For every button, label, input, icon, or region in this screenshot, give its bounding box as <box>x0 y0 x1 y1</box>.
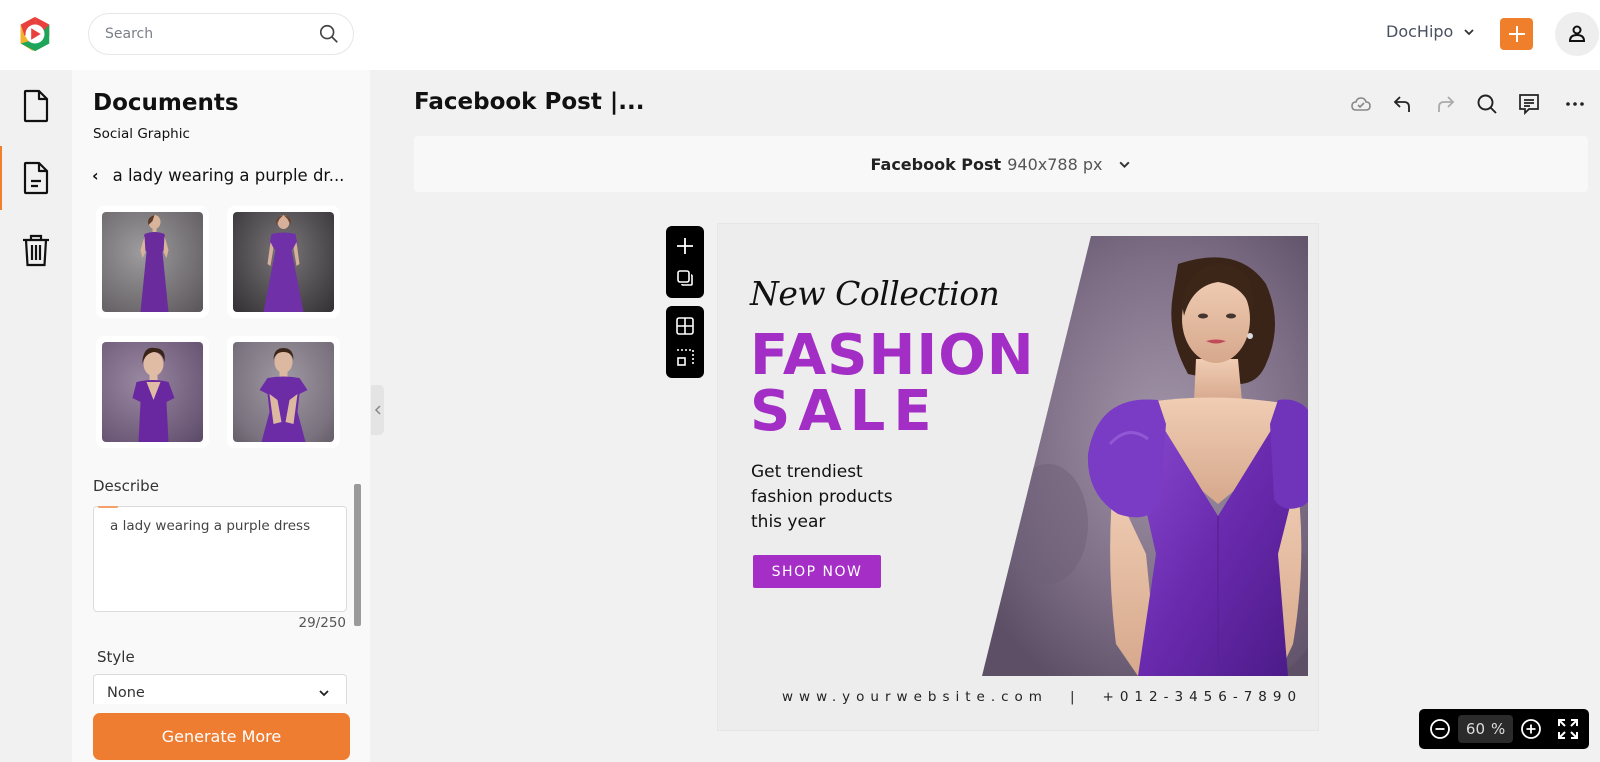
phone-text: +012-3456-7890 <box>1102 689 1303 705</box>
thumbnail-image <box>233 212 334 312</box>
chevron-down-icon <box>1119 161 1130 168</box>
describe-label: Describe <box>93 477 159 495</box>
design-canvas[interactable]: New Collection FASHION SALE Get trendies… <box>718 224 1318 730</box>
thumbnail-image <box>233 342 334 442</box>
document-title[interactable]: Facebook Post |... <box>414 89 644 115</box>
style-label: Style <box>97 648 135 666</box>
undo-button[interactable] <box>1382 90 1424 118</box>
chevron-left-icon <box>374 405 381 415</box>
body-line-1: Get trendiest <box>751 462 863 482</box>
plus-icon <box>1508 26 1525 42</box>
comment-icon <box>1519 94 1539 116</box>
document-icon <box>23 89 49 123</box>
describe-input[interactable] <box>94 507 346 611</box>
zoom-in-icon <box>1520 719 1541 739</box>
grid-button[interactable] <box>666 310 704 342</box>
separator: | <box>1069 689 1081 705</box>
script-heading[interactable]: New Collection <box>750 274 1000 313</box>
document-text-icon <box>23 161 49 195</box>
shop-now-button[interactable]: SHOP NOW <box>753 555 881 588</box>
panel-scrollbar-thumb[interactable] <box>354 484 361 626</box>
contact-line[interactable]: www.yourwebsite.com | +012-3456-7890 <box>782 689 1302 705</box>
cloud-saved-button[interactable] <box>1340 90 1382 118</box>
find-button[interactable] <box>1466 90 1508 118</box>
collapse-panel-button[interactable] <box>371 385 384 435</box>
thumbnail-2[interactable] <box>227 206 340 318</box>
rail-item-trash[interactable] <box>0 214 72 286</box>
panel-subtitle: Social Graphic <box>93 126 190 142</box>
add-page-button[interactable] <box>666 230 704 262</box>
select-area-icon <box>677 349 694 366</box>
grid-icon <box>676 317 694 335</box>
rail-item-documents[interactable] <box>0 70 72 142</box>
more-options-button[interactable] <box>1550 90 1600 118</box>
body-line-2: fashion products <box>751 487 893 507</box>
thumbnail-1[interactable] <box>96 206 209 318</box>
zoom-out-icon <box>1430 719 1451 739</box>
zoom-level[interactable]: 60 % <box>1457 715 1514 743</box>
user-icon <box>1568 25 1586 42</box>
left-rail <box>0 70 72 762</box>
page-tools-group-2 <box>666 306 704 378</box>
account-switcher[interactable]: DocHipo <box>1386 22 1475 41</box>
body-line-3: this year <box>751 512 826 532</box>
top-bar: DocHipo <box>0 0 1600 70</box>
page-tools-group-1 <box>666 226 704 298</box>
chevron-left-icon: ‹ <box>92 166 99 185</box>
cloud-check-icon <box>1351 97 1371 111</box>
dochipo-logo-icon[interactable] <box>16 15 54 53</box>
redo-icon <box>1438 96 1455 112</box>
zoom-control: 60 % <box>1419 709 1589 749</box>
user-avatar[interactable] <box>1555 12 1599 56</box>
headline-line-1[interactable]: FASHION <box>750 328 1035 384</box>
describe-field[interactable] <box>93 506 347 612</box>
zoom-out-button[interactable] <box>1427 715 1454 743</box>
fullscreen-icon <box>1557 719 1578 739</box>
zoom-value: 60 <box>1465 720 1485 738</box>
focus-indicator <box>98 506 118 508</box>
thumbnail-4[interactable] <box>227 336 340 448</box>
style-value: None <box>107 684 145 701</box>
body-copy[interactable]: Get trendiest fashion products this year <box>751 460 951 535</box>
style-select[interactable]: None <box>93 674 347 704</box>
headline-line-2[interactable]: SALE <box>750 384 940 440</box>
rail-item-templates[interactable] <box>0 142 72 214</box>
add-page-icon <box>677 238 693 254</box>
canvas-size-selector[interactable]: Facebook Post 940x788 px <box>414 136 1588 192</box>
account-name: DocHipo <box>1386 22 1454 41</box>
redo-button[interactable] <box>1424 90 1466 118</box>
duplicate-icon <box>677 270 693 286</box>
search-input[interactable] <box>105 14 305 54</box>
more-icon <box>1566 102 1584 106</box>
thumbnail-3[interactable] <box>96 336 209 448</box>
thumbnail-image <box>102 212 203 312</box>
breadcrumb-back[interactable]: ‹ a lady wearing a purple dr... <box>92 166 344 185</box>
generate-more-button[interactable]: Generate More <box>93 713 350 760</box>
char-counter: 29/250 <box>298 615 347 631</box>
size-dimensions: 940x788 px <box>1007 154 1103 174</box>
search-icon[interactable] <box>318 23 340 45</box>
breadcrumb-label: a lady wearing a purple dr... <box>112 166 345 185</box>
editor-toolbar <box>1340 90 1600 118</box>
zoom-unit: % <box>1491 720 1506 738</box>
size-type: Facebook Post <box>870 154 1002 174</box>
undo-icon <box>1393 96 1410 112</box>
duplicate-page-button[interactable] <box>666 262 704 294</box>
trash-icon <box>23 234 49 267</box>
comments-button[interactable] <box>1508 90 1550 118</box>
zoom-in-button[interactable] <box>1517 715 1544 743</box>
chevron-down-icon <box>1464 28 1474 35</box>
website-text: www.yourwebsite.com <box>782 689 1048 705</box>
thumbnail-image <box>102 342 203 442</box>
search-box[interactable] <box>88 13 354 55</box>
panel-title: Documents <box>93 90 239 116</box>
create-new-button[interactable] <box>1500 18 1533 50</box>
select-area-button[interactable] <box>666 342 704 374</box>
search-icon <box>1477 94 1497 114</box>
fullscreen-button[interactable] <box>1554 715 1581 743</box>
chevron-down-icon <box>319 689 329 696</box>
